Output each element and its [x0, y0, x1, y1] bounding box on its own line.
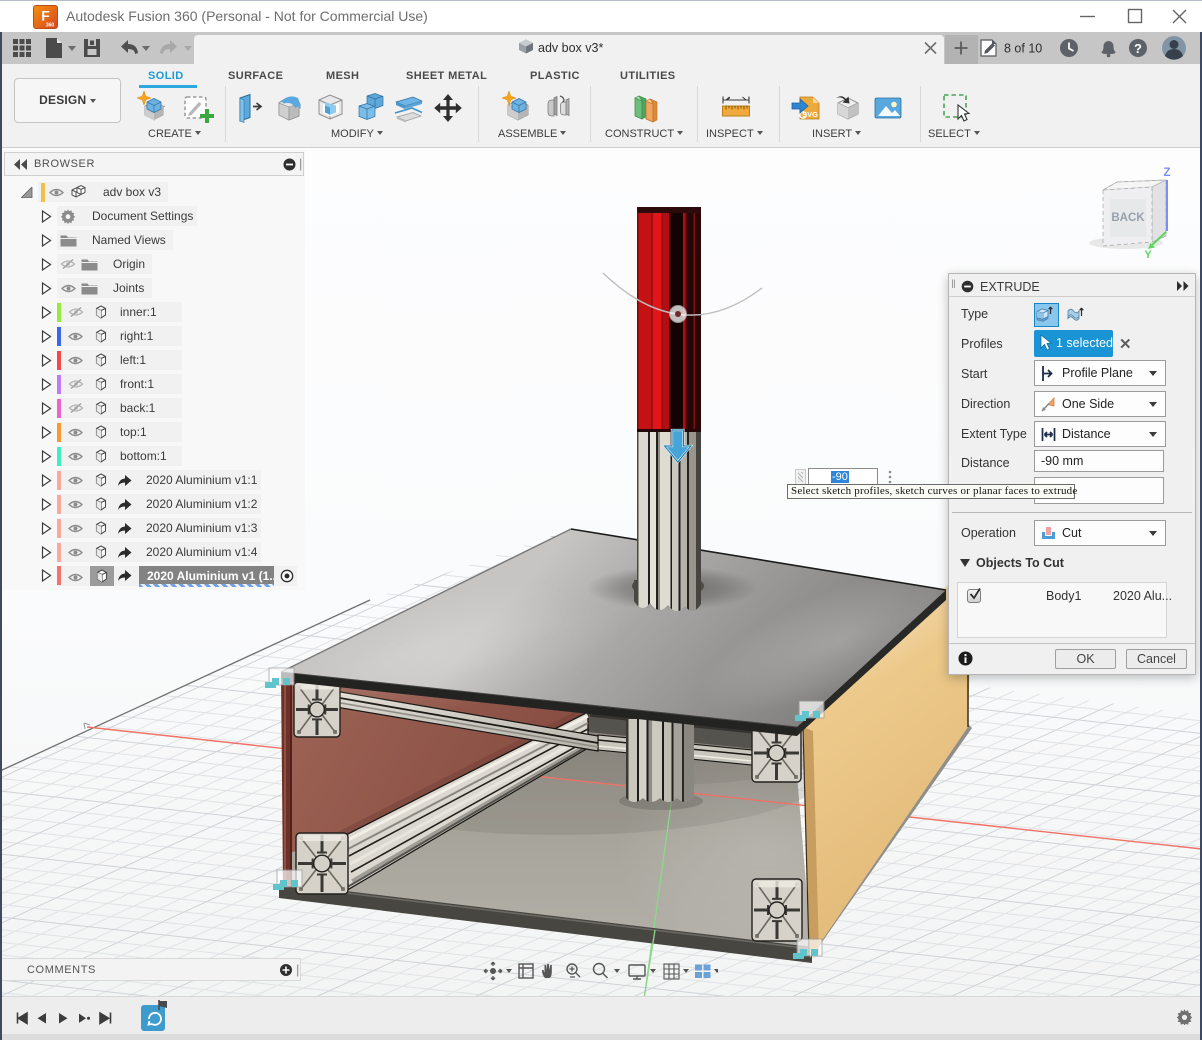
- svg-text:F: F: [41, 8, 50, 24]
- svg-text:Z: Z: [1163, 167, 1170, 179]
- svg-text:360: 360: [46, 23, 55, 29]
- svg-text:8 of 10: 8 of 10: [1004, 42, 1042, 56]
- svg-text:Y: Y: [1144, 249, 1152, 261]
- svg-text:BACK: BACK: [1111, 212, 1145, 224]
- svg-text:?: ?: [1134, 41, 1142, 56]
